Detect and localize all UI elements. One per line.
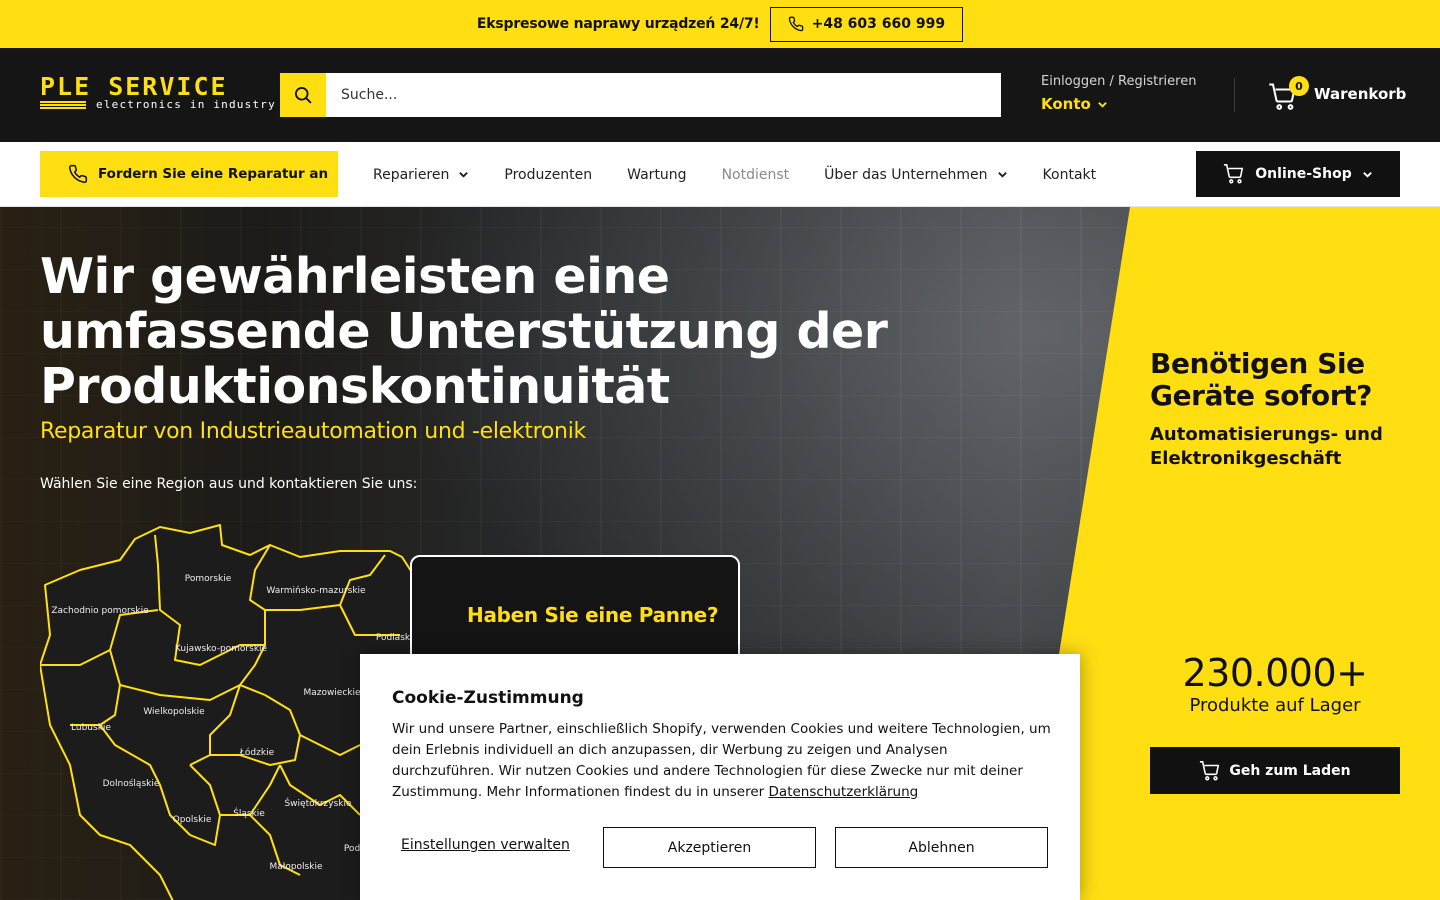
nav-item-label: Über das Unternehmen — [824, 166, 988, 183]
phone-number: +48 603 660 999 — [811, 16, 946, 32]
nav-item-label: Kontakt — [1042, 166, 1097, 183]
phone-icon — [788, 16, 803, 32]
phone-icon — [69, 164, 88, 183]
site-header: PLE SERVICE electronics in industry Einl… — [0, 48, 1440, 142]
privacy-policy-link[interactable]: Datenschutzerklärung — [769, 784, 919, 800]
hero-title: Wir gewährleisten eine umfassende Unters… — [40, 248, 888, 415]
request-repair-button[interactable]: Fordern Sie eine Reparatur an — [40, 151, 338, 197]
logo-stripes — [40, 101, 86, 110]
region-label-dolnoslaskie: Dolnośląskie — [103, 778, 160, 789]
nav-item-label: Notdienst — [721, 166, 790, 183]
region-label-lubuskie: Lubuskie — [71, 723, 111, 733]
header-divider — [1234, 78, 1235, 112]
login-register-link[interactable]: Einloggen / Registrieren — [1041, 74, 1196, 89]
region-label-pomorskie: Pomorskie — [185, 574, 232, 584]
request-repair-label: Fordern Sie eine Reparatur an — [98, 166, 329, 182]
search-icon — [295, 87, 312, 104]
region-label-podkarpackie: Pod — [344, 844, 360, 854]
region-prompt: Wählen Sie eine Region aus und kontaktie… — [40, 476, 418, 492]
nav-item-label: Produzenten — [504, 166, 593, 183]
cart-label: Warenkorb — [1314, 85, 1407, 103]
region-label-zachodniopomorskie: Zachodnio pomorskie — [51, 606, 149, 616]
cart-icon — [1200, 760, 1220, 780]
logo-tagline: electronics in industry — [96, 98, 276, 111]
announcement-bar: Ekspresowe naprawy urządzeń 24/7! +48 60… — [0, 0, 1440, 48]
go-to-shop-button[interactable]: Geh zum Laden — [1150, 747, 1400, 794]
region-label-kujawsko-pomorskie: Kujawsko-pomorskie — [175, 644, 268, 654]
search-button[interactable] — [280, 73, 326, 117]
chevron-down-icon — [1362, 171, 1372, 178]
phone-button[interactable]: +48 603 660 999 — [769, 6, 964, 42]
cart-button[interactable]: 0 Warenkorb — [1268, 76, 1407, 110]
product-count: 230.000+ — [1182, 651, 1368, 695]
region-label-malopolskie: Małopolskie — [269, 862, 322, 872]
account-dropdown[interactable]: Konto — [1041, 95, 1196, 113]
hero-subtitle: Reparatur von Industrieautomation und -e… — [40, 419, 586, 444]
cookie-title: Cookie-Zustimmung — [392, 688, 584, 708]
logo-wordmark: PLE SERVICE — [40, 72, 228, 101]
manage-settings-link[interactable]: Einstellungen verwalten — [401, 837, 570, 853]
nav-item-label: Reparieren — [373, 166, 450, 183]
accept-button[interactable]: Akzeptieren — [603, 827, 816, 868]
region-label-lodzkie: Łódzkie — [239, 747, 275, 758]
search-bar — [280, 73, 1001, 117]
cart-icon — [1224, 164, 1244, 184]
online-shop-label: Online-Shop — [1255, 166, 1352, 182]
announcement-text: Ekspresowe naprawy urządzeń 24/7! — [476, 16, 760, 32]
cart-count-badge: 0 — [1289, 76, 1309, 96]
region-label-warminsko-mazurskie: Warmińsko-mazurskie — [266, 586, 366, 596]
logo[interactable]: PLE SERVICE electronics in industry — [40, 72, 275, 112]
search-input[interactable] — [326, 73, 1001, 117]
chevron-down-icon — [997, 172, 1007, 178]
go-to-shop-label: Geh zum Laden — [1229, 762, 1351, 779]
product-count-label: Produkte auf Lager — [1189, 695, 1361, 716]
account-label: Konto — [1041, 95, 1091, 113]
region-label-swietokrzyskie: Świętokrzyskie — [284, 797, 352, 809]
nav-item-reparieren[interactable]: Reparieren — [373, 167, 469, 183]
nav-links: Reparieren Produzenten Wartung Notdienst… — [373, 142, 1096, 207]
chevron-down-icon — [1098, 101, 1107, 108]
chevron-down-icon — [459, 172, 469, 178]
region-label-mazowieckie: Mazowieckie — [303, 688, 361, 698]
nav-item-produzenten[interactable]: Produzenten — [504, 167, 592, 183]
nav-item-wartung[interactable]: Wartung — [627, 167, 686, 183]
nav-item-notdienst[interactable]: Notdienst — [722, 167, 790, 183]
cart-icon: 0 — [1268, 76, 1309, 110]
region-label-opolskie: Opolskie — [173, 815, 212, 825]
nav-item-label: Wartung — [627, 166, 687, 183]
decline-button[interactable]: Ablehnen — [835, 827, 1048, 868]
cookie-consent-dialog: Cookie-Zustimmung Wir und unsere Partner… — [360, 654, 1080, 900]
nav-item-kontakt[interactable]: Kontakt — [1043, 167, 1097, 183]
cookie-body: Wir und unsere Partner, einschließlich S… — [392, 719, 1052, 803]
breakdown-title: Haben Sie eine Panne? — [467, 603, 719, 627]
nav-item-ueber-das-unternehmen[interactable]: Über das Unternehmen — [824, 167, 1007, 183]
region-label-wielkopolskie: Wielkopolskie — [143, 707, 205, 717]
promo-title: Benötigen Sie Geräte sofort? — [1150, 347, 1372, 412]
online-shop-button[interactable]: Online-Shop — [1196, 151, 1400, 197]
region-label-slaskie: Śląskie — [233, 807, 265, 819]
promo-subtitle: Automatisierungs- und Elektronikgeschäft — [1150, 424, 1383, 469]
account-menu[interactable]: Einloggen / Registrieren Konto — [1041, 74, 1196, 113]
cookie-body-text: Wir und unsere Partner, einschließlich S… — [392, 721, 1051, 800]
main-nav: Fordern Sie eine Reparatur an Reparieren… — [0, 142, 1440, 207]
